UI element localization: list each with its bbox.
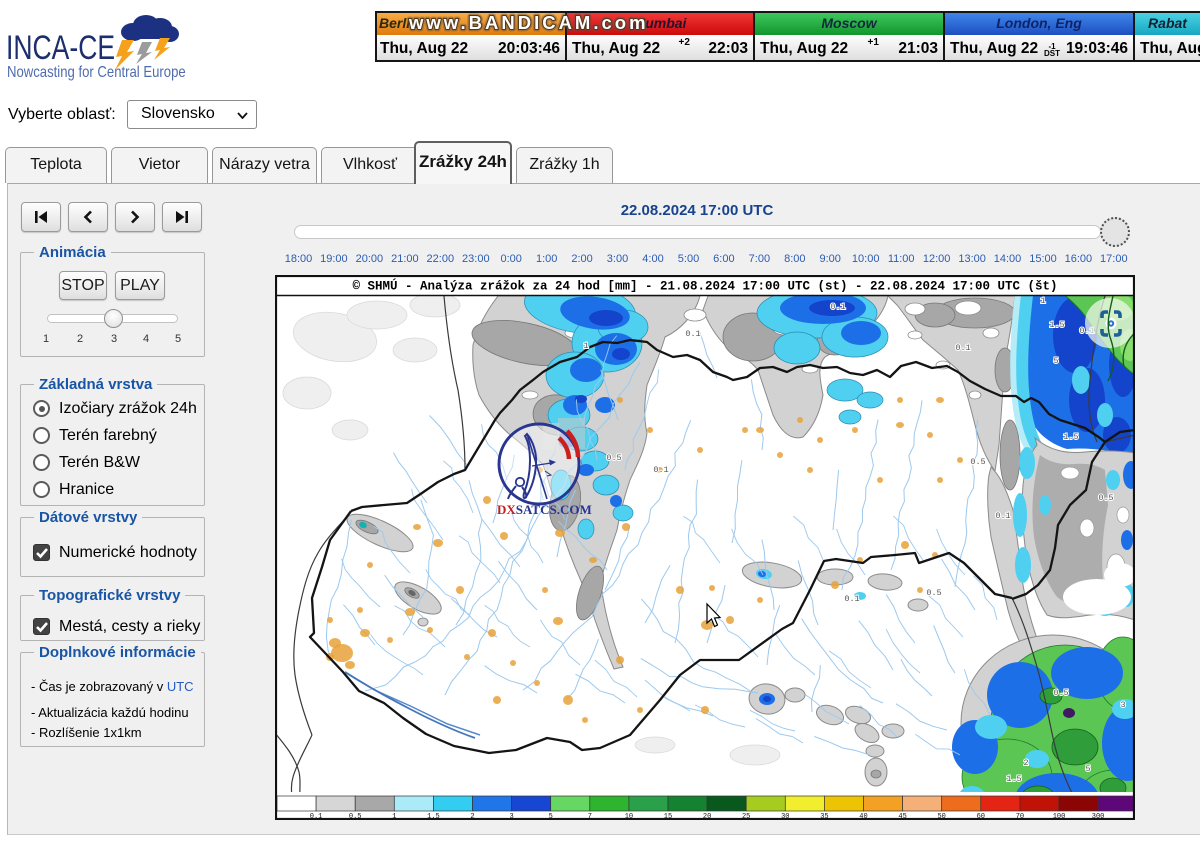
svg-text:0.1: 0.1: [830, 302, 845, 312]
svg-text:0.1: 0.1: [995, 511, 1010, 521]
svg-text:0.1: 0.1: [653, 465, 668, 475]
svg-text:0.1: 0.1: [844, 594, 859, 604]
svg-text:1.5: 1.5: [1049, 320, 1064, 330]
svg-text:5: 5: [1085, 764, 1090, 774]
svg-text:0.5: 0.5: [926, 588, 941, 598]
svg-text:DXSATCS.COM: DXSATCS.COM: [497, 502, 592, 517]
svg-text:1: 1: [1040, 296, 1045, 306]
svg-text:0.5: 0.5: [606, 453, 621, 463]
svg-text:0.5: 0.5: [1053, 688, 1068, 698]
svg-text:3: 3: [1120, 700, 1125, 710]
svg-text:0.1: 0.1: [685, 329, 700, 339]
svg-text:0.1: 0.1: [955, 343, 970, 353]
svg-text:1.5: 1.5: [1006, 774, 1021, 784]
svg-text:0.5: 0.5: [1098, 493, 1113, 503]
svg-text:0.5: 0.5: [970, 457, 985, 467]
svg-text:© SHMÚ - Analýza zrážok za 24: © SHMÚ - Analýza zrážok za 24 hod [mm] -…: [352, 279, 1057, 294]
svg-text:www.BANDICAM.com: www.BANDICAM.com: [408, 12, 649, 33]
svg-text:1: 1: [583, 341, 588, 351]
svg-text:5: 5: [1053, 356, 1058, 366]
svg-text:2: 2: [1023, 758, 1028, 768]
svg-text:1.5: 1.5: [1063, 432, 1078, 442]
